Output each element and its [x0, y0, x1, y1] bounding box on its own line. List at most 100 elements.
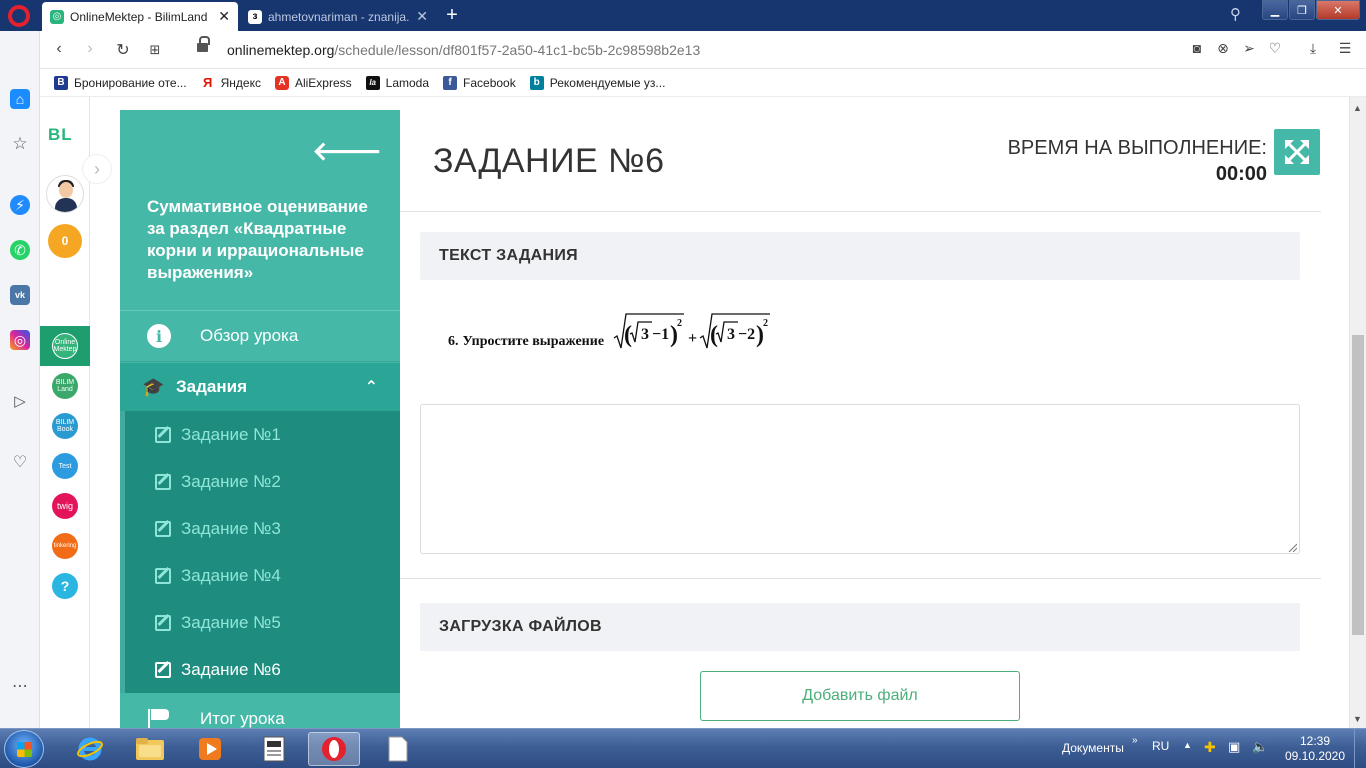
- forward-icon[interactable]: ›: [80, 40, 100, 58]
- lamoda-icon: la: [365, 75, 380, 90]
- close-tab-icon[interactable]: ✕: [416, 8, 428, 25]
- avatar[interactable]: [46, 175, 84, 213]
- scroll-thumb[interactable]: [1352, 335, 1364, 635]
- chevron-up-icon[interactable]: ⌃: [365, 377, 378, 397]
- vk-icon[interactable]: vk: [10, 285, 30, 305]
- send-icon[interactable]: ▷: [10, 391, 30, 411]
- taskbar-opera[interactable]: [308, 732, 360, 766]
- language-indicator[interactable]: RU: [1152, 739, 1169, 753]
- task-label: Задание №3: [181, 518, 281, 538]
- tab-title: ahmetovnariman - znanija.: [268, 9, 410, 24]
- start-button[interactable]: [4, 730, 44, 768]
- scroll-down-icon[interactable]: ▼: [1353, 714, 1362, 724]
- nav-label: Задания: [176, 377, 247, 396]
- app-twig[interactable]: twig: [52, 493, 78, 519]
- tab-onlinemektep[interactable]: ◎ OnlineMektep - BilimLand ✕: [42, 2, 238, 31]
- speed-dial-icon[interactable]: ⊞: [145, 42, 165, 58]
- yandex-icon: Я: [202, 75, 213, 90]
- znanija-favicon-icon: з: [248, 9, 262, 24]
- restore-button[interactable]: ❐: [1289, 0, 1315, 20]
- bookmark-lamoda[interactable]: la Lamoda: [365, 75, 429, 90]
- page-title: ЗАДАНИЕ №6: [433, 142, 665, 180]
- tray-app-icon[interactable]: ✚: [1204, 739, 1216, 756]
- easy-setup-icon[interactable]: ☰: [1336, 40, 1354, 57]
- expand-icon: [1284, 139, 1310, 165]
- add-file-button[interactable]: Добавить файл: [700, 671, 1020, 721]
- fullscreen-button[interactable]: [1274, 129, 1320, 175]
- more-icon[interactable]: ⋯: [10, 676, 30, 696]
- bookmark-facebook[interactable]: f Facebook: [443, 75, 516, 90]
- instagram-icon[interactable]: ◎: [10, 330, 30, 350]
- tab-znanija[interactable]: з ahmetovnariman - znanija. ✕: [240, 2, 436, 31]
- camera-icon[interactable]: ◙: [1188, 40, 1206, 56]
- volume-icon[interactable]: 🔈: [1252, 739, 1268, 755]
- close-tab-icon[interactable]: ✕: [218, 8, 230, 25]
- nav-tasks-header[interactable]: 🎓 Задания ⌃: [120, 363, 400, 411]
- whatsapp-icon[interactable]: ✆: [10, 240, 30, 260]
- nav-lesson-overview[interactable]: i Обзор урока: [120, 310, 400, 362]
- task-item-4[interactable]: Задание №4: [125, 552, 400, 599]
- app-bilimbook[interactable]: BILIM Book: [52, 413, 78, 439]
- bookmark-recommended[interactable]: b Рекомендуемые уз...: [529, 75, 665, 90]
- window-close-button[interactable]: ✕: [1316, 0, 1360, 20]
- reload-icon[interactable]: ↻: [113, 40, 133, 60]
- new-tab-icon[interactable]: +: [442, 4, 462, 27]
- ad-block-icon[interactable]: ⊗: [1214, 40, 1232, 57]
- taskbar-media-player[interactable]: [184, 732, 236, 766]
- scroll-up-icon[interactable]: ▲: [1353, 103, 1362, 113]
- taskbar-internet-explorer[interactable]: [64, 732, 116, 766]
- back-arrow-icon[interactable]: 🡐: [312, 136, 382, 167]
- task-item-5[interactable]: Задание №5: [125, 599, 400, 646]
- nav-lesson-summary[interactable]: Итог урока: [120, 693, 400, 728]
- document-app-icon: [263, 736, 285, 762]
- coins-badge[interactable]: 0: [48, 224, 82, 258]
- back-icon[interactable]: ‹: [49, 40, 69, 58]
- show-desktop-button[interactable]: [1354, 729, 1366, 768]
- taskbar-file[interactable]: [372, 732, 424, 766]
- send-icon[interactable]: ➢: [1240, 40, 1258, 57]
- page-scrollbar[interactable]: ▲ ▼: [1349, 97, 1366, 728]
- opera-logo-icon[interactable]: [8, 5, 30, 27]
- home-icon[interactable]: ⌂: [10, 89, 30, 109]
- heart-icon[interactable]: ♡: [10, 452, 30, 472]
- network-icon[interactable]: ▣: [1228, 739, 1240, 755]
- documents-toolbar[interactable]: Документы: [1062, 741, 1124, 755]
- bookmark-aliexpress[interactable]: A AliExpress: [274, 75, 352, 90]
- star-icon[interactable]: ☆: [10, 134, 30, 154]
- heart-icon[interactable]: ♡: [1266, 40, 1284, 57]
- bookmark-yandex[interactable]: Я Яндекс: [201, 75, 261, 90]
- clock[interactable]: 12:39 09.10.2020: [1282, 734, 1348, 764]
- minimize-button[interactable]: ▁: [1262, 0, 1288, 20]
- task-list: Задание №1 Задание №2 Задание №3 Задание…: [120, 411, 400, 693]
- url-field[interactable]: onlinemektep.org/schedule/lesson/df801f5…: [227, 42, 700, 58]
- app-tinkering[interactable]: tinkering: [52, 533, 78, 559]
- task-item-6[interactable]: Задание №6: [125, 646, 400, 693]
- download-icon[interactable]: ⤓: [1304, 40, 1322, 57]
- task-item-2[interactable]: Задание №2: [125, 458, 400, 505]
- taskbar-explorer[interactable]: [124, 732, 176, 766]
- app-bilimland[interactable]: BILIM Land: [52, 373, 78, 399]
- task-item-1[interactable]: Задание №1: [125, 411, 400, 458]
- svg-text:(: (: [710, 322, 718, 348]
- svg-text:2: 2: [677, 318, 682, 329]
- tab-search-icon[interactable]: ⚲: [1230, 5, 1241, 23]
- bookmark-booking[interactable]: B Бронирование оте...: [54, 75, 187, 90]
- tray-expand-icon[interactable]: ▲: [1183, 740, 1192, 750]
- app-online-mektep[interactable]: Online Mektep: [52, 333, 78, 359]
- bl-logo[interactable]: BL: [48, 125, 73, 145]
- svg-text:−2: −2: [738, 326, 755, 343]
- app-test[interactable]: Test: [52, 453, 78, 479]
- taskbar-app[interactable]: [248, 732, 300, 766]
- app-help[interactable]: ?: [52, 573, 78, 599]
- task-item-3[interactable]: Задание №3: [125, 505, 400, 552]
- toolbar-expand-icon[interactable]: »: [1132, 735, 1138, 746]
- folder-icon: [136, 738, 164, 760]
- answer-textarea[interactable]: [420, 404, 1300, 554]
- expand-strip-icon[interactable]: ›: [82, 154, 112, 184]
- lock-icon[interactable]: [197, 36, 210, 53]
- resize-handle-icon[interactable]: [1287, 542, 1297, 552]
- task-content: ЗАДАНИЕ №6 ВРЕМЯ НА ВЫПОЛНЕНИЕ: 00:00 ТЕ…: [400, 110, 1321, 728]
- edit-icon: [155, 473, 171, 490]
- edit-icon: [155, 426, 171, 443]
- messenger-icon[interactable]: ⚡: [10, 195, 30, 215]
